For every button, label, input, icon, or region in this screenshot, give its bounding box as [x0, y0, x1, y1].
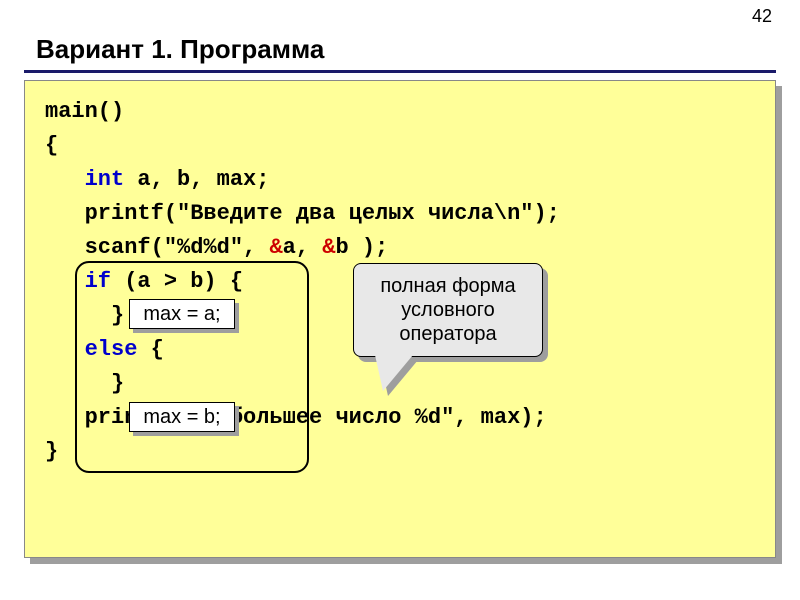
- callout-tail: [375, 355, 413, 391]
- chip-label: max = a;: [129, 299, 235, 329]
- chip-label: max = b;: [129, 402, 235, 432]
- callout-text: полная форма условного оператора: [362, 274, 534, 346]
- code-line: {: [45, 129, 755, 163]
- if-else-frame: [75, 261, 309, 473]
- keyword-int: int: [85, 167, 125, 192]
- slide-title: Вариант 1. Программа: [36, 34, 324, 65]
- ampersand: &: [322, 235, 335, 260]
- code-box: main() { int a, b, max; printf("Введите …: [24, 80, 776, 558]
- callout-box: полная форма условного оператора: [353, 263, 543, 357]
- page-number: 42: [752, 6, 772, 27]
- code-block: main() { int a, b, max; printf("Введите …: [24, 80, 776, 558]
- code-line: main(): [45, 95, 755, 129]
- code-line: int a, b, max;: [45, 163, 755, 197]
- title-rule: [24, 70, 776, 73]
- code-line: scanf("%d%d", &a, &b );: [45, 231, 755, 265]
- code-line: printf("Введите два целых числа\n");: [45, 197, 755, 231]
- ampersand: &: [269, 235, 282, 260]
